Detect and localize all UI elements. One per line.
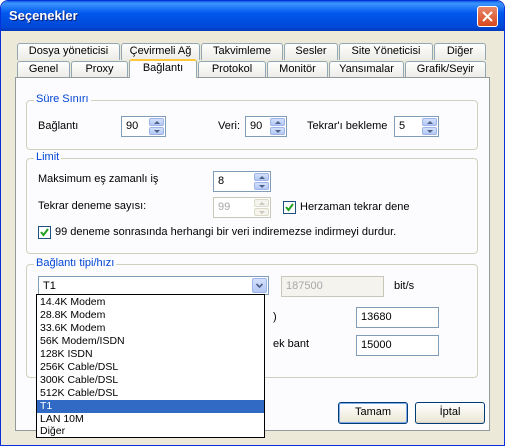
list-item[interactable]: 256K Cable/DSL xyxy=(37,361,264,374)
connection-type-group-title: Bağlantı tipi/hızı xyxy=(34,257,117,269)
arrow-up-icon xyxy=(154,121,160,124)
close-icon xyxy=(482,11,493,22)
title-bar[interactable]: Seçenekler xyxy=(1,1,504,31)
data-timeout-label: Veri: xyxy=(218,120,241,132)
checkmark-icon xyxy=(285,203,294,212)
spin-down-button[interactable] xyxy=(254,182,269,190)
spin-down-button[interactable] xyxy=(270,127,285,135)
tab-mirrors[interactable]: Yansımalar xyxy=(329,61,404,78)
arrow-down-icon xyxy=(259,211,265,214)
speed-unit-label: bit/s xyxy=(394,280,415,292)
retry-wait-label: Tekrar'ı bekleme xyxy=(307,120,388,132)
partial-label-2: ek bant xyxy=(273,338,310,350)
tab-scheduling[interactable]: Takvimleme xyxy=(201,43,283,60)
limit-group-title: Limit xyxy=(34,151,62,163)
retry-count-value: 99 xyxy=(218,201,231,213)
ok-button[interactable]: Tamam xyxy=(338,402,408,424)
stop-after-label[interactable]: 99 deneme sonrasında herhangi bir veri i… xyxy=(55,226,396,238)
tab-connection[interactable]: Bağlantı xyxy=(129,59,197,78)
tab-graphics[interactable]: Grafik/Seyir xyxy=(405,61,486,78)
list-item[interactable]: Diğer xyxy=(37,425,264,438)
list-item[interactable]: 128K ISDN xyxy=(37,348,264,361)
retry-wait-spinner[interactable]: 5 xyxy=(394,116,439,137)
connection-type-selected: T1 xyxy=(43,280,56,292)
spin-up-button[interactable] xyxy=(149,118,164,126)
spin-down-button[interactable] xyxy=(149,127,164,135)
tab-site-manager[interactable]: Site Yöneticisi xyxy=(339,43,433,60)
window-title: Seçenekler xyxy=(9,8,78,23)
retry-wait-value: 5 xyxy=(399,120,406,132)
list-item[interactable]: LAN 10M xyxy=(37,413,264,426)
list-item[interactable]: 56K Modem/ISDN xyxy=(37,335,264,348)
spin-up-button[interactable] xyxy=(422,118,437,126)
connection-timeout-label: Bağlantı xyxy=(38,120,79,132)
spin-down-button[interactable] xyxy=(422,127,437,135)
arrow-down-icon xyxy=(259,185,265,188)
arrow-up-icon xyxy=(275,121,281,124)
max-concurrent-spinner[interactable]: 8 xyxy=(213,171,271,192)
limit-group: Limit Maksimum eş zamanlı iş 8 Tekrar de… xyxy=(26,151,478,254)
tab-file-manager[interactable]: Dosya yöneticisi xyxy=(17,43,120,60)
timeout-group: Süre Sınırı Bağlantı 90 Veri: 90 Tekrar'… xyxy=(26,93,478,150)
retry-count-spinner[interactable]: 99 xyxy=(213,197,271,218)
arrow-down-icon xyxy=(275,130,281,133)
list-item[interactable]: 14.4K Modem xyxy=(37,296,264,309)
arrow-up-icon xyxy=(427,121,433,124)
spin-up-button[interactable] xyxy=(254,199,269,207)
arrow-down-icon xyxy=(427,130,433,133)
arrow-down-icon xyxy=(154,130,160,133)
spin-up-button[interactable] xyxy=(270,118,285,126)
tab-dial-up[interactable]: Çevirmeli Ağ xyxy=(121,43,200,60)
tab-sounds[interactable]: Sesler xyxy=(284,43,338,60)
spin-up-button[interactable] xyxy=(254,173,269,181)
data-timeout-spinner[interactable]: 90 xyxy=(245,116,287,137)
list-item[interactable]: 300K Cable/DSL xyxy=(37,374,264,387)
chevron-down-icon xyxy=(255,283,264,289)
connection-timeout-value: 90 xyxy=(126,120,139,132)
timeout-group-title: Süre Sınırı xyxy=(34,93,91,105)
tab-proxy[interactable]: Proxy xyxy=(71,61,128,78)
always-retry-label[interactable]: Herzaman tekrar dene xyxy=(300,201,409,213)
connection-type-combo[interactable]: T1 xyxy=(38,276,269,295)
max-concurrent-value: 8 xyxy=(218,175,225,187)
combo-dropdown-button[interactable] xyxy=(252,278,267,293)
list-item[interactable]: 28.8K Modem xyxy=(37,309,264,322)
arrow-up-icon xyxy=(259,202,265,205)
spin-down-button[interactable] xyxy=(254,208,269,216)
retry-count-label: Tekrar deneme sayısı: xyxy=(38,200,147,212)
cancel-button[interactable]: İptal xyxy=(415,402,485,424)
max-concurrent-label: Maksimum eş zamanlı iş xyxy=(38,173,159,185)
tab-protocol[interactable]: Protokol xyxy=(198,61,266,78)
tab-other[interactable]: Diğer xyxy=(434,43,486,60)
field-1-input[interactable]: 13680 xyxy=(356,307,439,328)
connection-type-dropdown-list[interactable]: 14.4K Modem 28.8K Modem 33.6K Modem 56K … xyxy=(36,294,265,438)
tab-monitor[interactable]: Monitör xyxy=(267,61,328,78)
close-button[interactable] xyxy=(477,6,498,27)
partial-label-1: ) xyxy=(273,311,277,323)
connection-timeout-spinner[interactable]: 90 xyxy=(121,116,166,137)
stop-after-checkbox[interactable] xyxy=(38,226,51,239)
field-2-input[interactable]: 15000 xyxy=(356,335,439,356)
data-timeout-value: 90 xyxy=(250,120,263,132)
arrow-up-icon xyxy=(259,176,265,179)
tab-general[interactable]: Genel xyxy=(17,61,70,78)
list-item[interactable]: 512K Cable/DSL xyxy=(37,387,264,400)
speed-input[interactable]: 187500 xyxy=(281,276,384,297)
always-retry-checkbox[interactable] xyxy=(283,201,296,214)
checkmark-icon xyxy=(40,228,49,237)
list-item[interactable]: 33.6K Modem xyxy=(37,322,264,335)
list-item-selected[interactable]: T1 xyxy=(37,400,264,413)
